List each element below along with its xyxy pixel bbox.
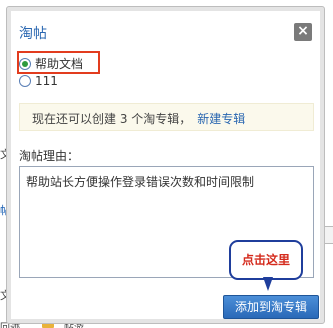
dialog-title: 淘帖 bbox=[19, 26, 47, 42]
reason-label: 淘帖理由： bbox=[19, 149, 80, 163]
dialog-body: 淘帖 × 帮助文档 111 现在还可以创建 3 个淘专辑， 新建专辑 淘帖理由： … bbox=[11, 11, 320, 319]
album-option-2[interactable]: 111 bbox=[19, 74, 58, 88]
close-button[interactable]: × bbox=[294, 23, 312, 41]
radio-selected-icon[interactable] bbox=[19, 57, 31, 70]
album-option-label: 111 bbox=[35, 74, 58, 88]
collect-dialog: 淘帖 × 帮助文档 111 现在还可以创建 3 个淘专辑， 新建专辑 淘帖理由： … bbox=[6, 6, 325, 324]
album-option-label: 帮助文档 bbox=[35, 57, 84, 71]
add-to-album-button[interactable]: 添加到淘专辑 bbox=[223, 295, 319, 319]
notice-text: 现在还可以创建 3 个淘专辑， bbox=[32, 112, 192, 126]
notice-bar: 现在还可以创建 3 个淘专辑， 新建专辑 bbox=[19, 103, 314, 131]
close-icon[interactable]: × bbox=[297, 23, 309, 39]
callout-bubble: 点击这里 bbox=[229, 240, 303, 280]
callout-pointer bbox=[263, 277, 273, 291]
album-option-1[interactable]: 帮助文档 bbox=[19, 55, 83, 72]
radio-icon[interactable] bbox=[19, 75, 31, 87]
new-album-link[interactable]: 新建专辑 bbox=[197, 112, 245, 126]
